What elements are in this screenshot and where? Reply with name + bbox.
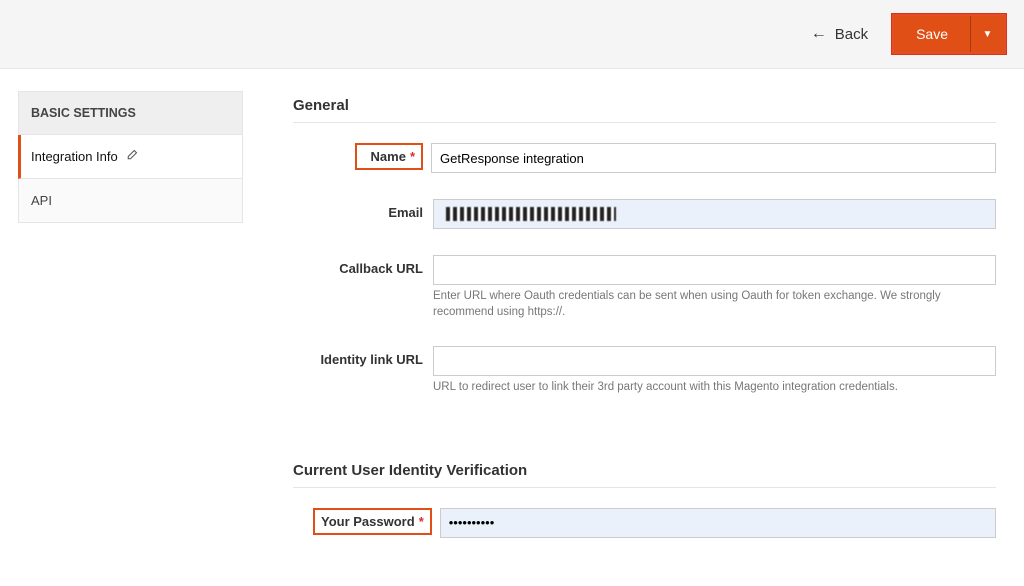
callback-url-input[interactable]: [433, 255, 996, 285]
password-input[interactable]: [440, 508, 996, 538]
page-body: BASIC SETTINGS Integration Info API Gene…: [0, 69, 1024, 586]
callback-url-hint: Enter URL where Oauth credentials can be…: [433, 289, 996, 320]
required-indicator: *: [410, 149, 415, 164]
label-email: Email: [293, 199, 433, 220]
row-password: Your Password *: [293, 508, 996, 538]
save-dropdown-toggle[interactable]: ▼: [970, 16, 1004, 52]
save-button-group: Save ▼: [892, 14, 1006, 54]
label-identity-link-url: Identity link URL: [293, 346, 433, 367]
arrow-left-icon: ←: [811, 25, 827, 43]
sidebar-item-label: API: [31, 193, 52, 208]
sidebar-item-api[interactable]: API: [18, 179, 243, 223]
label-callback-url: Callback URL: [293, 255, 433, 276]
email-value-redacted: [446, 207, 616, 221]
save-button[interactable]: Save: [894, 16, 970, 52]
identity-link-url-hint: URL to redirect user to link their 3rd p…: [433, 380, 996, 396]
back-label: Back: [835, 26, 868, 43]
back-button[interactable]: ← Back: [811, 25, 868, 43]
identity-link-url-input[interactable]: [433, 346, 996, 376]
sidebar-item-integration-info[interactable]: Integration Info: [18, 135, 243, 179]
row-email: Email: [293, 199, 996, 229]
sidebar-item-label: Integration Info: [31, 149, 118, 164]
required-indicator: *: [419, 514, 424, 529]
main-content: General Name * Email: [293, 91, 1006, 564]
caret-down-icon: ▼: [983, 29, 993, 40]
section-title-general: General: [293, 97, 996, 123]
name-input[interactable]: [431, 143, 996, 173]
label-password: Your Password *: [313, 508, 432, 535]
sidebar-header: BASIC SETTINGS: [18, 91, 243, 135]
edit-icon: [126, 149, 138, 164]
row-name: Name *: [293, 143, 996, 173]
label-name: Name *: [355, 143, 423, 170]
row-callback-url: Callback URL Enter URL where Oauth crede…: [293, 255, 996, 320]
section-title-verification: Current User Identity Verification: [293, 462, 996, 488]
sidebar: BASIC SETTINGS Integration Info API: [18, 91, 243, 223]
row-identity-link-url: Identity link URL URL to redirect user t…: [293, 346, 996, 396]
toolbar: ← Back Save ▼: [0, 0, 1024, 69]
